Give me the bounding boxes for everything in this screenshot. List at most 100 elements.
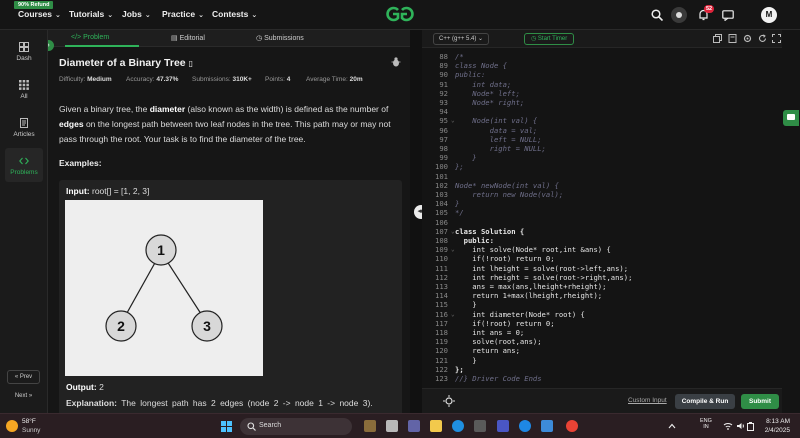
language-select[interactable]: C++ (g++ 5.4) ⌄ [433, 33, 490, 45]
custom-input-link[interactable]: Custom Input [628, 397, 667, 404]
tab-submissions[interactable]: ◷ Submissions [256, 34, 304, 42]
sidebar-item-articles[interactable]: Articles [5, 118, 43, 138]
bug-report-icon[interactable] [391, 57, 401, 67]
geeksforgeeks-logo-icon[interactable] [383, 4, 417, 24]
submit-button[interactable]: Submit [741, 394, 779, 409]
code-icon: </> [71, 34, 82, 41]
chevron-up-icon[interactable] [668, 423, 676, 429]
code-icon [19, 157, 29, 165]
chevron-down-icon: ⌄ [107, 12, 114, 19]
examples-heading: Examples: [59, 158, 102, 168]
submissions-meta: Submissions: 310K+ [192, 76, 252, 83]
left-sidebar: Dash All Articles Problems « Prev Next » [0, 30, 48, 413]
code-line[interactable]: 123 //} Driver Code Ends [422, 374, 782, 384]
top-navbar: 90% Refund Courses ⌄ Tutorials ⌄ Jobs ⌄ Pra… [0, 0, 800, 30]
difficulty-meta: Difficulty: Medium [59, 76, 112, 83]
problem-tabs: </> Problem ▤ Editorial ◷ Submissions [48, 30, 410, 47]
nav-tutorials[interactable]: Tutorials ⌄ [69, 9, 113, 19]
chevron-down-icon: ⌄ [198, 12, 204, 19]
expand-sidebar-icon[interactable]: › [48, 40, 54, 51]
widgets-icon[interactable] [386, 420, 398, 432]
accuracy-meta: Accuracy: 47.37% [126, 76, 179, 83]
nav-practice[interactable]: Practice ⌄ [162, 9, 204, 19]
chevron-down-icon: ⌄ [144, 12, 151, 19]
start-timer-button[interactable]: ◷ Start Timer [524, 33, 575, 45]
app-icon[interactable] [541, 420, 553, 432]
code-text: //} Driver Code Ends [455, 374, 542, 383]
fullscreen-icon[interactable] [772, 34, 781, 43]
compile-run-button[interactable]: Compile & Run [675, 394, 735, 409]
theme-toggle-icon[interactable] [671, 7, 687, 23]
app-root: 90% Refund Courses ⌄ Tutorials ⌄ Jobs ⌄ Pra… [0, 0, 800, 438]
timer-icon: ◷ [531, 36, 537, 42]
code-area[interactable]: 88/* 89 class Node {90 public: 91 int data; 9… [422, 50, 782, 386]
cortana-icon[interactable] [519, 420, 531, 432]
language-indicator[interactable]: ENG IN [700, 418, 712, 430]
editor-toolbar: C++ (g++ 5.4) ⌄ ◷ Start Timer [422, 30, 782, 48]
svg-text:2: 2 [117, 318, 125, 334]
tab-problem[interactable]: </> Problem [71, 34, 109, 41]
problem-description: Given a binary tree, the diameter (also … [59, 104, 391, 144]
search-icon [247, 422, 256, 431]
panel-divider[interactable] [410, 30, 422, 413]
article-icon [20, 118, 28, 128]
clock-icon: ◷ [256, 35, 263, 42]
task-view-icon[interactable] [364, 420, 376, 432]
visual-studio-icon[interactable] [497, 420, 509, 432]
tree-node-root: 1 [145, 234, 177, 266]
prev-problem-button[interactable]: « Prev [7, 370, 40, 384]
nav-contests[interactable]: Contests ⌄ [212, 9, 257, 19]
notification-count-badge: 52 [704, 5, 715, 13]
taskbar-search[interactable]: Search [240, 418, 352, 435]
chrome-icon[interactable] [566, 420, 578, 432]
edge-browser-icon[interactable] [452, 420, 464, 432]
tree-node-right: 3 [191, 310, 223, 342]
chat-icon[interactable] [783, 110, 799, 126]
problem-title: Diameter of a Binary Tree ▯ [59, 57, 193, 69]
ai-assistant-icon[interactable] [443, 395, 455, 407]
sun-icon [6, 420, 18, 432]
right-rail [782, 30, 800, 413]
line-number: 123 [435, 374, 448, 383]
active-tab-indicator [65, 45, 139, 47]
example-explanation: Explanation: The longest path has 2 edge… [66, 398, 373, 408]
system-clock[interactable]: 8:13 AM 2/4/2025 [752, 417, 790, 435]
reset-icon[interactable] [758, 34, 767, 43]
problem-panel: </> Problem ▤ Editorial ◷ Submissions › … [48, 30, 410, 413]
sidebar-item-problems[interactable]: Problems [5, 148, 43, 182]
sun-icon [676, 12, 682, 18]
file-explorer-icon[interactable] [430, 420, 442, 432]
binary-tree-diagram: 1 2 3 [65, 200, 263, 376]
chevron-down-icon: ⌄ [55, 12, 61, 19]
windows-taskbar: 58°F Sunny Search ENG IN 8:13 AM 2/4/202… [0, 413, 800, 438]
nav-courses[interactable]: Courses ⌄ [18, 9, 61, 19]
code-editor-panel: C++ (g++ 5.4) ⌄ ◷ Start Timer 88/* 89 clas… [422, 30, 782, 413]
search-icon[interactable] [651, 9, 663, 21]
document-icon: ▤ [171, 35, 178, 42]
settings-gear-icon[interactable] [743, 34, 752, 43]
chat-bubble-icon [787, 114, 795, 120]
store-icon[interactable] [474, 420, 486, 432]
refund-badge[interactable]: 90% Refund [14, 1, 54, 9]
svg-text:3: 3 [203, 318, 211, 334]
points-meta: Points: 4 [265, 76, 291, 83]
wifi-icon[interactable] [723, 422, 733, 430]
volume-icon[interactable] [736, 422, 746, 430]
example-output: Output: 2 [66, 382, 104, 392]
windows-start-icon[interactable] [221, 421, 232, 432]
chevron-down-icon: ⌄ [478, 36, 484, 42]
teams-icon[interactable] [408, 420, 420, 432]
next-problem-button[interactable]: Next » [7, 390, 40, 404]
tree-node-left: 2 [105, 310, 137, 342]
messages-icon[interactable] [722, 10, 734, 21]
sidebar-item-all[interactable]: All [5, 80, 43, 100]
copy-icon[interactable] [713, 34, 722, 43]
grid-icon [19, 80, 29, 90]
tab-editorial[interactable]: ▤ Editorial [171, 34, 205, 42]
file-icon[interactable] [728, 34, 737, 43]
sidebar-item-dash[interactable]: Dash [5, 42, 43, 62]
nav-jobs[interactable]: Jobs ⌄ [122, 9, 151, 19]
dashboard-icon [19, 42, 29, 52]
bookmark-icon[interactable]: ▯ [189, 59, 193, 68]
user-avatar[interactable]: M [761, 7, 777, 23]
